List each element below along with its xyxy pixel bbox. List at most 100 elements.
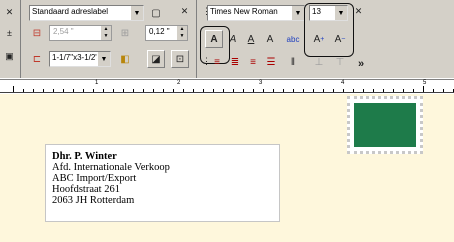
ruler-tick — [273, 89, 274, 92]
ruler-tick — [133, 89, 134, 92]
ruler-tick — [433, 89, 434, 92]
ruler-tick — [233, 89, 234, 92]
frame-button[interactable]: ◪ — [147, 50, 165, 68]
line-spacing-icon[interactable]: ‖ — [284, 53, 302, 71]
envelope-icon[interactable]: ⊟ — [28, 24, 46, 42]
ruler-tick — [93, 89, 94, 92]
ruler-tick — [43, 89, 44, 92]
stamp-icon — [347, 96, 423, 154]
ruler-tick — [413, 89, 414, 92]
label-type-value: Standaard adreslabel — [32, 7, 109, 16]
font-name-value: Times New Roman — [210, 7, 278, 16]
ruler-tick — [293, 89, 294, 92]
font-name-select[interactable]: Times New Roman ▼ — [207, 5, 305, 21]
address-line-city: 2063 JH Rotterdam — [52, 195, 135, 206]
ruler-tick — [213, 89, 214, 92]
layout-icon[interactable]: ◧ — [116, 50, 134, 68]
ruler-tick — [243, 89, 244, 92]
highlight-font-size — [304, 3, 354, 57]
close-pane-icon[interactable]: ✕ — [3, 6, 16, 19]
ruler-tick — [303, 89, 304, 92]
spin-arrows-icon[interactable]: ▲ ▼ — [101, 26, 111, 40]
ruler-tick — [53, 89, 54, 92]
indent-icon[interactable]: ⊥ — [310, 53, 328, 71]
stamp-fill — [354, 103, 416, 147]
spacing-spinner[interactable]: 0,12 " ▲ ▼ — [145, 25, 188, 41]
ruler-tick — [393, 89, 394, 92]
ruler-tick — [123, 89, 124, 92]
ruler-tick — [223, 89, 224, 92]
picture-button[interactable]: ⊡ — [171, 50, 189, 68]
justify-icon[interactable]: ☰ — [262, 53, 280, 71]
pane-divider — [196, 0, 197, 78]
align-left-icon[interactable]: ≡ — [208, 53, 226, 71]
ruler-tick — [353, 89, 354, 92]
bullet-icon[interactable]: ⊤ — [331, 53, 349, 71]
spin-icon[interactable]: ± — [3, 26, 16, 39]
ruler-tick — [403, 89, 404, 92]
page-setup-icon[interactable]: ▢ — [147, 4, 165, 22]
spacing-value: 0,12 " — [149, 27, 170, 36]
ruler-tick — [363, 89, 364, 92]
ruler-tick — [423, 86, 424, 92]
ruler-number: 2 — [177, 80, 181, 86]
ruler-tick — [153, 89, 154, 92]
address-line-department: Afd. Internationale Verkoop — [52, 162, 170, 173]
ruler-tick — [193, 89, 194, 92]
toolbar-area: ✕ ± ▣ Standaard adreslabel ▼ ▢ ✕ ⊟ 2,54 … — [0, 0, 454, 78]
address-line-company: ABC Import/Export — [52, 173, 137, 184]
ruler-tick — [203, 89, 204, 92]
ruler-tick — [83, 89, 84, 92]
ruler-tick — [33, 89, 34, 92]
underline-button[interactable]: A — [242, 30, 260, 48]
outline-button[interactable]: A — [261, 30, 279, 48]
chevron-down-icon[interactable]: ▼ — [97, 52, 110, 66]
ruler-tick — [373, 89, 374, 92]
spin-arrows-icon[interactable]: ▲ ▼ — [177, 26, 187, 40]
overflow-button[interactable]: » — [352, 55, 370, 73]
ruler-tick — [143, 89, 144, 92]
ruler-tick — [383, 89, 384, 92]
address-line-name: Dhr. P. Winter — [52, 151, 117, 162]
label-type-select[interactable]: Standaard adreslabel ▼ — [29, 5, 144, 21]
ruler-number: 4 — [341, 80, 345, 86]
align-icon[interactable]: ⊞ — [116, 24, 134, 42]
chevron-down-icon[interactable]: ▼ — [291, 6, 304, 20]
ruler-number: 3 — [259, 80, 263, 86]
overflow-label: » — [357, 58, 365, 70]
ruler-tick — [63, 89, 64, 92]
ruler-tick — [23, 89, 24, 92]
ruler-tick — [333, 89, 334, 92]
envelope-page: Dhr. P. Winter Afd. Internationale Verko… — [0, 94, 454, 242]
label-size-select[interactable]: 1-1/7"x3-1/2" ▼ — [49, 51, 111, 67]
italic-label: A — [229, 33, 237, 45]
chevron-down-icon[interactable]: ▼ — [130, 6, 143, 20]
align-center-icon[interactable]: ≣ — [226, 53, 244, 71]
pane-divider — [20, 0, 21, 78]
ruler-tick — [323, 89, 324, 92]
address-line-street: Hoofdstraat 261 — [52, 184, 120, 195]
ruler-tick — [103, 89, 104, 92]
close-icon[interactable]: ✕ — [178, 5, 191, 18]
ruler-tick — [443, 89, 444, 92]
spelling-icon[interactable]: abc — [284, 30, 302, 48]
left-margin-spinner[interactable]: 2,54 " ▲ ▼ — [49, 25, 112, 41]
horizontal-ruler: 1 2 3 4 5 — [0, 79, 454, 93]
address-block[interactable]: Dhr. P. Winter Afd. Internationale Verko… — [45, 144, 280, 222]
label-layout-icon[interactable]: ⊏ — [28, 50, 46, 68]
ruler-tick — [343, 89, 344, 92]
ruler-tick — [183, 89, 184, 92]
left-margin-value: 2,54 " — [53, 27, 74, 36]
ruler-tick — [113, 89, 114, 92]
label-icon[interactable]: ▣ — [3, 50, 16, 63]
ruler-number: 1 — [95, 80, 99, 86]
outline-label: A — [266, 33, 274, 45]
ruler-tick — [313, 89, 314, 92]
ruler-tick — [263, 89, 264, 92]
ruler-tick — [253, 89, 254, 92]
label-size-value: 1-1/7"x3-1/2" — [52, 53, 99, 62]
ruler-tick — [283, 89, 284, 92]
align-right-icon[interactable]: ≡ — [244, 53, 262, 71]
ruler-tick — [163, 89, 164, 92]
ruler-tick — [73, 89, 74, 92]
